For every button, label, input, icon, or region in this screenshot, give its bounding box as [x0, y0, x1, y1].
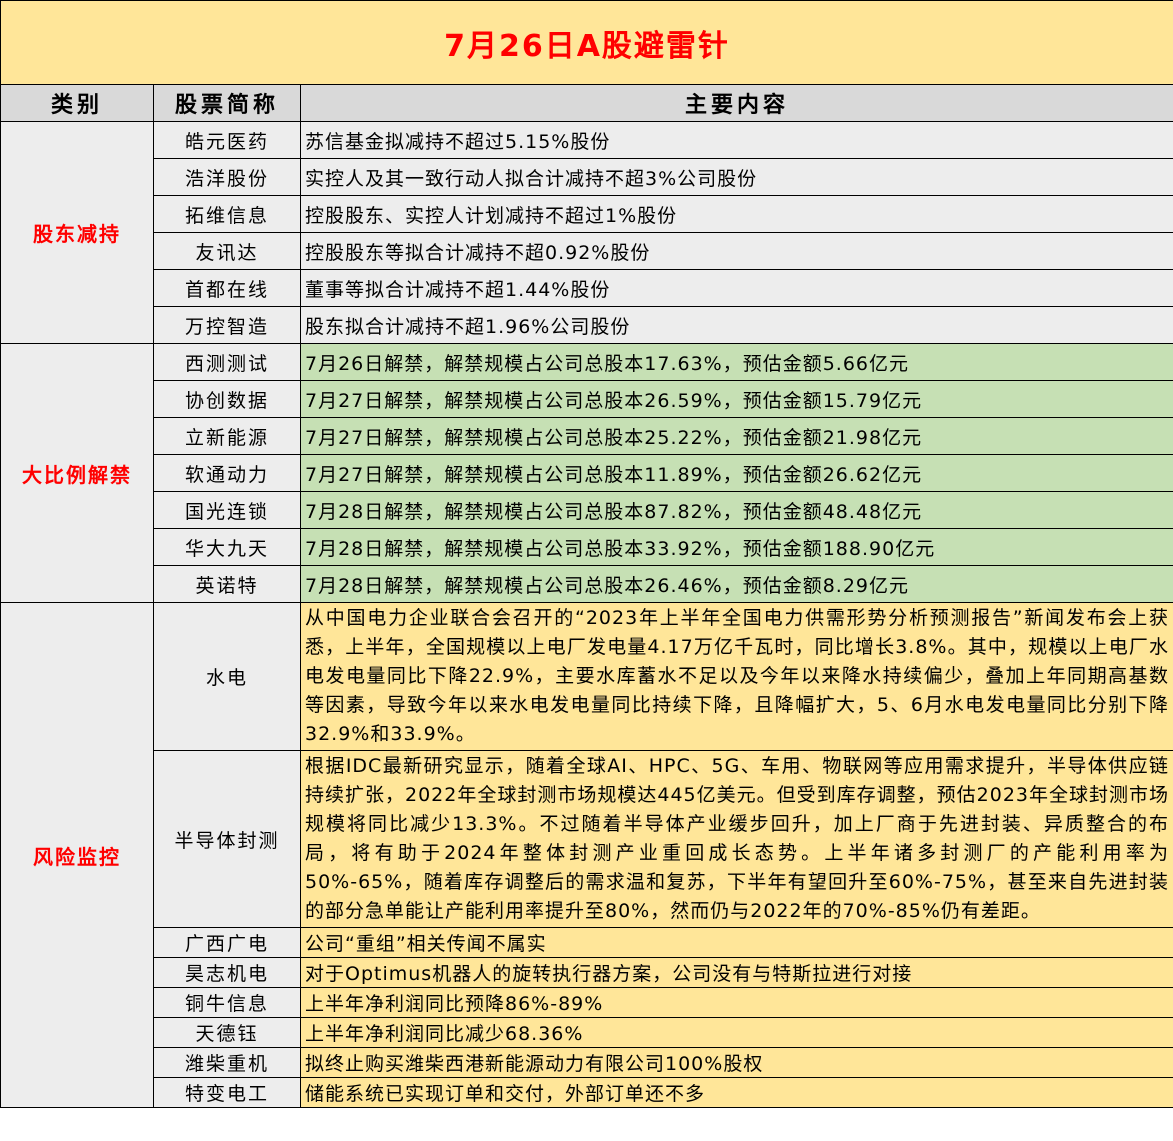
content-cell: 对于Optimus机器人的旋转执行器方案，公司没有与特斯拉进行对接 [299, 957, 1173, 988]
table-row: 英诺特 7月28日解禁，解禁规模占公司总股本26.46%，预估金额8.29亿元 [1, 565, 1173, 603]
stock-name: 首都在线 [153, 269, 301, 307]
content-cell: 7月27日解禁，解禁规模占公司总股本26.59%，预估金额15.79亿元 [299, 380, 1173, 418]
page-title: 7月26日A股避雷针 [0, 0, 1173, 85]
table-row: 华大九天 7月28日解禁，解禁规模占公司总股本33.92%，预估金额188.90亿… [1, 528, 1173, 566]
stock-name: 半导体封测 [153, 750, 301, 928]
content-cell: 公司“重组”相关传闻不属实 [299, 927, 1173, 958]
content-cell: 7月27日解禁，解禁规模占公司总股本11.89%，预估金额26.62亿元 [299, 454, 1173, 492]
table-row: 国光连锁 7月28日解禁，解禁规模占公司总股本87.82%，预估金额48.48亿元 [1, 491, 1173, 529]
stock-name: 国光连锁 [153, 491, 301, 529]
stock-name: 英诺特 [153, 565, 301, 603]
table-row: 广西广电 公司“重组”相关传闻不属实 [1, 927, 1173, 958]
content-cell: 董事等拟合计减持不超1.44%股份 [299, 269, 1173, 307]
content-cell: 储能系统已实现订单和交付，外部订单还不多 [299, 1077, 1173, 1108]
table-row: 浩洋股份 实控人及其一致行动人拟合计减持不超3%公司股份 [1, 158, 1173, 196]
content-cell: 控股股东、实控人计划减持不超过1%股份 [299, 195, 1173, 233]
table-row: 友讯达 控股股东等拟合计减持不超0.92%股份 [1, 232, 1173, 270]
table-row: 股东减持 皓元医药 苏信基金拟减持不超过5.15%股份 [0, 121, 1173, 344]
stock-name: 友讯达 [153, 232, 301, 270]
content-cell: 实控人及其一致行动人拟合计减持不超3%公司股份 [299, 158, 1173, 196]
header-stock-name: 股票简称 [153, 84, 301, 122]
table-row: 协创数据 7月27日解禁，解禁规模占公司总股本26.59%，预估金额15.79亿元 [1, 380, 1173, 418]
table-row: 拓维信息 控股股东、实控人计划减持不超过1%股份 [1, 195, 1173, 233]
category-cell: 风险监控 [0, 602, 154, 1108]
table-row: 软通动力 7月27日解禁，解禁规模占公司总股本11.89%，预估金额26.62亿元 [1, 454, 1173, 492]
table-row: 半导体封测 根据IDC最新研究显示，随着全球AI、HPC、5G、车用、物联网等应用… [1, 750, 1173, 928]
content-cell: 股东拟合计减持不超1.96%公司股份 [299, 306, 1173, 344]
header-content: 主要内容 [299, 84, 1173, 122]
stock-name: 西测测试 [153, 343, 301, 381]
category-cell: 大比例解禁 [0, 343, 154, 603]
risk-table: 7月26日A股避雷针 类别 股票简称 主要内容 股东减持 皓元医药 苏信基金拟减持不… [0, 0, 1173, 1108]
table-row: 立新能源 7月27日解禁，解禁规模占公司总股本25.22%，预估金额21.98亿元 [1, 417, 1173, 455]
stock-name: 水电 [153, 602, 301, 751]
content-cell: 上半年净利润同比减少68.36% [299, 1017, 1173, 1048]
stock-name: 天德钰 [153, 1017, 301, 1048]
content-cell: 7月28日解禁，解禁规模占公司总股本26.46%，预估金额8.29亿元 [299, 565, 1173, 603]
stock-name: 特变电工 [153, 1077, 301, 1108]
stock-name: 华大九天 [153, 528, 301, 566]
table-row: 万控智造 股东拟合计减持不超1.96%公司股份 [1, 306, 1173, 344]
content-cell: 7月26日解禁，解禁规模占公司总股本17.63%，预估金额5.66亿元 [299, 343, 1173, 381]
stock-name: 软通动力 [153, 454, 301, 492]
content-cell: 拟终止购买潍柴西港新能源动力有限公司100%股权 [299, 1047, 1173, 1078]
table-row: 特变电工 储能系统已实现订单和交付，外部订单还不多 [1, 1077, 1173, 1108]
stock-name: 立新能源 [153, 417, 301, 455]
stock-name: 广西广电 [153, 927, 301, 958]
stock-name: 铜牛信息 [153, 987, 301, 1018]
table-row: 昊志机电 对于Optimus机器人的旋转执行器方案，公司没有与特斯拉进行对接 [1, 957, 1173, 988]
stock-name: 万控智造 [153, 306, 301, 344]
content-cell: 根据IDC最新研究显示，随着全球AI、HPC、5G、车用、物联网等应用需求提升，… [299, 750, 1173, 928]
content-cell: 控股股东等拟合计减持不超0.92%股份 [299, 232, 1173, 270]
content-cell: 7月28日解禁，解禁规模占公司总股本87.82%，预估金额48.48亿元 [299, 491, 1173, 529]
table-row: 潍柴重机 拟终止购买潍柴西港新能源动力有限公司100%股权 [1, 1047, 1173, 1078]
stock-name: 潍柴重机 [153, 1047, 301, 1078]
content-cell: 苏信基金拟减持不超过5.15%股份 [299, 121, 1173, 159]
content-cell: 上半年净利润同比预降86%-89% [299, 987, 1173, 1018]
stock-name: 拓维信息 [153, 195, 301, 233]
content-cell: 7月27日解禁，解禁规模占公司总股本25.22%，预估金额21.98亿元 [299, 417, 1173, 455]
content-cell: 从中国电力企业联合会召开的“2023年上半年全国电力供需形势分析预测报告”新闻发… [299, 602, 1173, 751]
table-row: 大比例解禁 西测测试 7月26日解禁，解禁规模占公司总股本17.63%，预估金额5.… [0, 343, 1173, 603]
category-cell: 股东减持 [0, 121, 154, 344]
stock-name: 昊志机电 [153, 957, 301, 988]
content-cell: 7月28日解禁，解禁规模占公司总股本33.92%，预估金额188.90亿元 [299, 528, 1173, 566]
header-category: 类别 [0, 84, 154, 122]
table-row: 风险监控 水电 从中国电力企业联合会召开的“2023年上半年全国电力供需形势分析预测… [0, 602, 1173, 1108]
stock-name: 协创数据 [153, 380, 301, 418]
table-row: 天德钰 上半年净利润同比减少68.36% [1, 1017, 1173, 1048]
stock-name: 皓元医药 [153, 121, 301, 159]
stock-name: 浩洋股份 [153, 158, 301, 196]
table-row: 首都在线 董事等拟合计减持不超1.44%股份 [1, 269, 1173, 307]
table-row: 铜牛信息 上半年净利润同比预降86%-89% [1, 987, 1173, 1018]
